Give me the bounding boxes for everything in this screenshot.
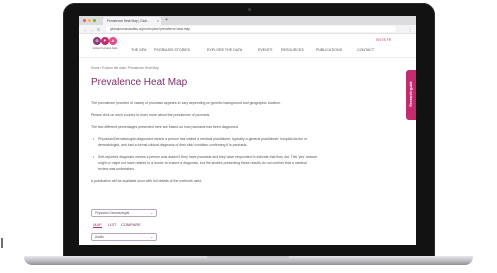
bullet-dot: • (93, 155, 95, 159)
laptop-base-notch (207, 256, 289, 260)
diagnosis-type-value: Physician Dermatologist (95, 211, 130, 215)
language-switcher[interactable]: EN ES FR (376, 38, 391, 42)
browser-tab-bar: Prevalence Heat Map | Glob... × + (79, 16, 416, 25)
nav-item-the-gpa[interactable]: THE GPA (131, 48, 147, 52)
nav-item-resources[interactable]: RESOURCES (281, 48, 304, 52)
percentages-paragraph: The two different percentages presented … (91, 125, 239, 129)
population-value: Adults (95, 235, 104, 239)
tab-map[interactable]: MAP (93, 222, 102, 228)
site-logo[interactable]: G P A Global Psoriasis Atlas (91, 37, 119, 55)
edge-mark (1, 238, 3, 248)
intro-paragraph: The prevalence (number of cases) of psor… (91, 101, 281, 105)
logo-text: Global Psoriasis Atlas (92, 47, 118, 50)
research-guide-label: Research guide (409, 81, 413, 107)
instruction-paragraph: Please click on each country to learn mo… (91, 113, 211, 117)
back-icon[interactable]: ← (83, 26, 87, 33)
bullet-self-reported-line: Self-reported diagnosis means a person w… (98, 155, 318, 159)
reload-icon[interactable]: ↻ (97, 26, 100, 33)
close-window-dot[interactable] (83, 19, 86, 22)
bullet-physician-line: dermatologist, and had a formal clinical… (98, 143, 248, 147)
publication-note: A publication will be available soon wit… (91, 179, 203, 183)
maximize-window-dot[interactable] (93, 19, 96, 22)
population-select[interactable]: Adults ⌄ (91, 233, 157, 241)
diagnosis-type-select[interactable]: Physician Dermatologist ⌄ (91, 209, 157, 217)
page-title: Prevalence Heat Map (91, 77, 188, 88)
bullet-self-reported-line: might or might not have related to a doc… (98, 161, 307, 165)
tab-title: Prevalence Heat Map | Glob... (107, 19, 150, 23)
forward-icon[interactable]: → (90, 26, 94, 33)
minimize-window-dot[interactable] (88, 19, 91, 22)
new-tab-icon[interactable]: + (165, 17, 168, 24)
logo-letter: A (109, 37, 117, 45)
nav-item-contact[interactable]: CONTACT (357, 48, 374, 52)
chevron-down-icon: ⌄ (150, 211, 153, 215)
url-field[interactable]: globalpsoriasisatlas.org/en/explore/prev… (106, 26, 396, 32)
browser-tab[interactable]: Prevalence Heat Map | Glob... × (103, 17, 161, 25)
bullet-dot: • (93, 137, 95, 141)
browser-window: Prevalence Heat Map | Glob... × + ← → ↻ … (79, 16, 416, 245)
tab-compare[interactable]: COMPARE (121, 222, 141, 227)
camera-icon (248, 8, 251, 11)
bullet-self-reported-line: review was undertaken. (98, 167, 135, 171)
breadcrumb[interactable]: Home / Explore the data / Prevalence Hea… (91, 66, 159, 70)
address-bar-row: ← → ↻ globalpsoriasisatlas.org/en/explor… (79, 25, 416, 34)
chevron-down-icon: ⌄ (150, 235, 153, 239)
nav-item-events[interactable]: EVENTS (258, 48, 272, 52)
nav-item-psoriasis-stories[interactable]: PSORIASIS STORIES (154, 48, 190, 52)
nav-item-explore-the-data[interactable]: EXPLORE THE DATA (207, 48, 242, 52)
logo-letter: P (101, 37, 109, 45)
nav-item-publications[interactable]: PUBLICATIONS (316, 48, 342, 52)
research-guide-tab[interactable]: Research guide (406, 70, 416, 120)
browser-menu-icon[interactable]: ⋮ (408, 26, 412, 33)
logo-letter: G (93, 37, 101, 45)
bullet-physician-line: Physician/Dermatologist diagnosed means … (98, 137, 308, 141)
tab-list[interactable]: LIST (108, 222, 116, 227)
close-tab-icon[interactable]: × (157, 17, 159, 25)
site-header: G P A Global Psoriasis Atlas EN ES FR TH… (79, 34, 416, 58)
